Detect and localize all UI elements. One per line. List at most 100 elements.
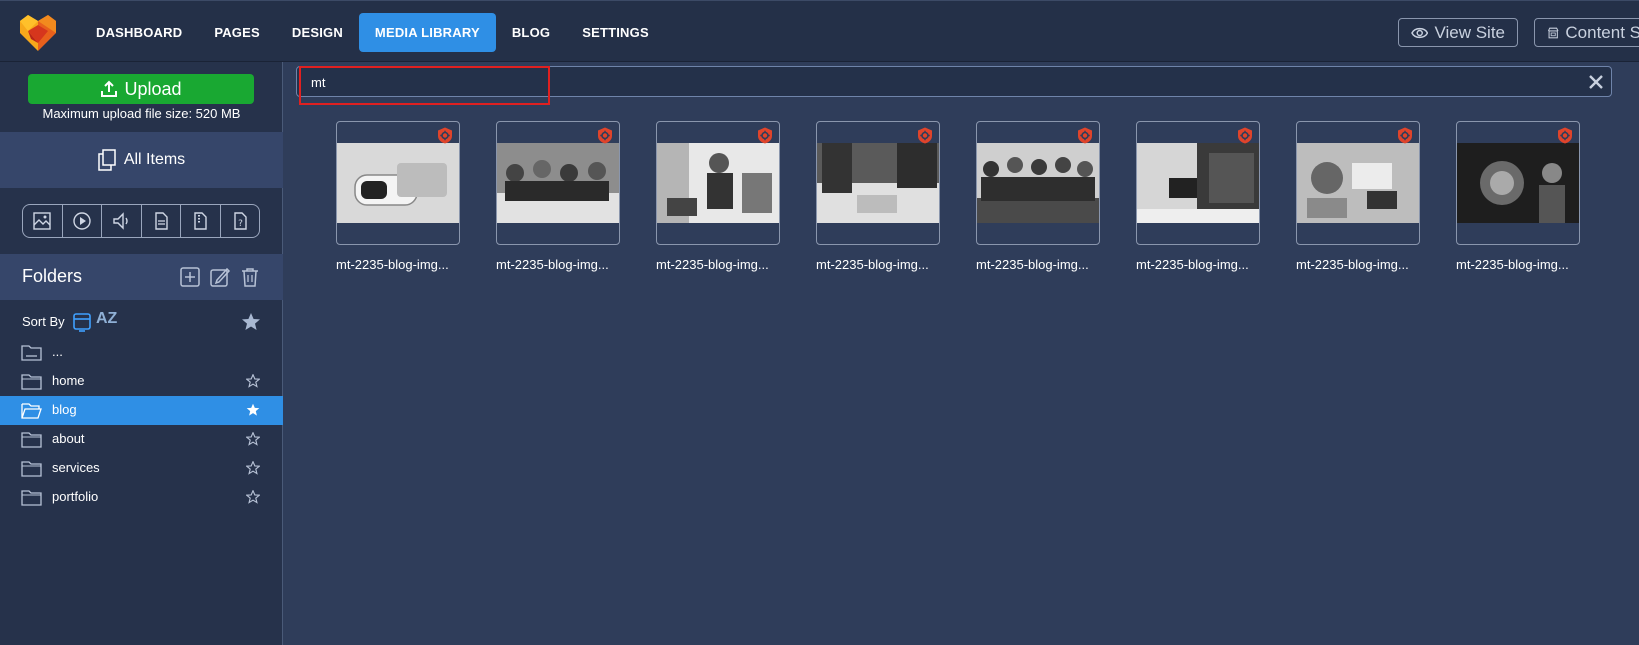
media-item-label[interactable]: mt-2235-blog-img... [1136, 257, 1260, 272]
folder-portfolio[interactable]: portfolio [0, 483, 283, 512]
content-store-label: Content S [1565, 22, 1639, 42]
content-store-button[interactable]: Content S [1534, 18, 1639, 47]
all-items-button[interactable]: All Items [0, 132, 283, 188]
media-item-card[interactable] [816, 121, 940, 245]
sidebar: Upload Maximum upload file size: 520 MB … [0, 62, 283, 645]
media-item-label[interactable]: mt-2235-blog-img... [336, 257, 460, 272]
media-item-label[interactable]: mt-2235-blog-img... [976, 257, 1100, 272]
media-thumbnail [497, 143, 619, 223]
media-item-card[interactable] [336, 121, 460, 245]
nav-media-library[interactable]: MEDIA LIBRARY [358, 13, 496, 52]
video-filter-button[interactable] [63, 205, 102, 237]
favorite-star-filled-icon[interactable] [246, 403, 260, 417]
folder-about[interactable]: about [0, 425, 283, 454]
folder-name: about [52, 431, 85, 446]
nav-blog[interactable]: BLOG [496, 13, 566, 52]
search-input[interactable] [311, 72, 1571, 92]
media-thumbnail [337, 143, 459, 223]
gear-shield-icon[interactable] [1077, 127, 1093, 144]
upload-label: Upload [124, 78, 182, 99]
view-site-label: View Site [1434, 22, 1505, 42]
folder-icon [21, 490, 42, 506]
folder-name: blog [52, 402, 77, 417]
media-item-label[interactable]: mt-2235-blog-img... [816, 257, 940, 272]
sort-alphabetical[interactable]: AZ [96, 310, 117, 328]
media-item-label[interactable]: mt-2235-blog-img... [656, 257, 780, 272]
sort-by-label: Sort By [22, 314, 65, 329]
main-nav: DASHBOARD PAGES DESIGN MEDIA LIBRARY BLO… [80, 13, 665, 52]
video-filter-icon [73, 212, 91, 230]
nav-design[interactable]: DESIGN [276, 13, 359, 52]
folder-icon [21, 432, 42, 448]
upload-button[interactable]: Upload [28, 74, 254, 104]
folder-icon [21, 374, 42, 390]
gear-shield-icon[interactable] [917, 127, 933, 144]
other-filter-icon: ? [234, 212, 247, 230]
media-thumbnail [1297, 143, 1419, 223]
folder-parent[interactable]: ... [0, 338, 283, 367]
favorite-star-icon[interactable] [246, 432, 260, 446]
top-bar: DASHBOARD PAGES DESIGN MEDIA LIBRARY BLO… [0, 0, 1639, 62]
favorite-star-icon[interactable] [246, 374, 260, 388]
audio-filter-icon [113, 212, 128, 230]
edit-folder-icon[interactable] [209, 266, 231, 288]
app-logo-icon[interactable] [17, 13, 59, 53]
search-bar [296, 66, 1612, 97]
clear-search-icon[interactable] [1587, 73, 1605, 91]
gear-shield-icon[interactable] [597, 127, 613, 144]
gear-shield-icon[interactable] [437, 127, 453, 144]
add-folder-icon[interactable] [179, 266, 201, 288]
folder-name: ... [52, 344, 63, 359]
favorite-star-icon[interactable] [246, 461, 260, 475]
folders-title: Folders [22, 266, 83, 286]
media-thumbnail [657, 143, 779, 223]
document-filter-button[interactable] [142, 205, 181, 237]
media-thumbnail [1137, 143, 1259, 223]
folder-services[interactable]: services [0, 454, 283, 483]
audio-filter-button[interactable] [102, 205, 142, 237]
folder-blog[interactable]: blog [0, 396, 283, 425]
other-filter-button[interactable]: ? [221, 205, 260, 237]
upload-size-note: Maximum upload file size: 520 MB [42, 106, 241, 121]
media-thumbnail [1457, 143, 1579, 223]
favorite-star-icon[interactable] [246, 490, 260, 504]
media-item-card[interactable] [496, 121, 620, 245]
media-item-card[interactable] [1456, 121, 1580, 245]
all-items-label: All Items [123, 151, 186, 168]
image-filter-button[interactable] [23, 205, 63, 237]
nav-dashboard[interactable]: DASHBOARD [80, 13, 198, 52]
upload-icon [101, 80, 118, 97]
media-item-card[interactable] [1136, 121, 1260, 245]
media-item-card[interactable] [1296, 121, 1420, 245]
view-site-button[interactable]: View Site [1398, 18, 1518, 47]
eye-icon [1411, 27, 1429, 38]
media-thumbnail [977, 143, 1099, 223]
media-item-label[interactable]: mt-2235-blog-img... [1456, 257, 1580, 272]
media-item-label[interactable]: mt-2235-blog-img... [496, 257, 620, 272]
copy-icon [98, 149, 116, 171]
folder-name: home [52, 373, 85, 388]
media-item-card[interactable] [656, 121, 780, 245]
document-filter-icon [155, 212, 168, 230]
archive-filter-icon [194, 212, 207, 230]
store-icon [1547, 27, 1559, 38]
folder-name: portfolio [52, 489, 99, 504]
image-filter-icon [33, 212, 51, 230]
calendar-sort-icon[interactable] [73, 312, 91, 332]
gear-shield-icon[interactable] [757, 127, 773, 144]
delete-folder-icon[interactable] [239, 266, 261, 288]
folder-open-icon [21, 403, 42, 419]
media-item-label[interactable]: mt-2235-blog-img... [1296, 257, 1420, 272]
media-type-filters: ? [22, 204, 260, 238]
gear-shield-icon[interactable] [1237, 127, 1253, 144]
folder-up-icon [21, 345, 42, 361]
folder-home[interactable]: home [0, 367, 283, 396]
nav-pages[interactable]: PAGES [198, 13, 276, 52]
archive-filter-button[interactable] [181, 205, 221, 237]
nav-settings[interactable]: SETTINGS [566, 13, 665, 52]
favorites-sort-star-icon[interactable] [241, 312, 261, 332]
gear-shield-icon[interactable] [1557, 127, 1573, 144]
media-item-card[interactable] [976, 121, 1100, 245]
folders-header: Folders [0, 254, 283, 300]
gear-shield-icon[interactable] [1397, 127, 1413, 144]
